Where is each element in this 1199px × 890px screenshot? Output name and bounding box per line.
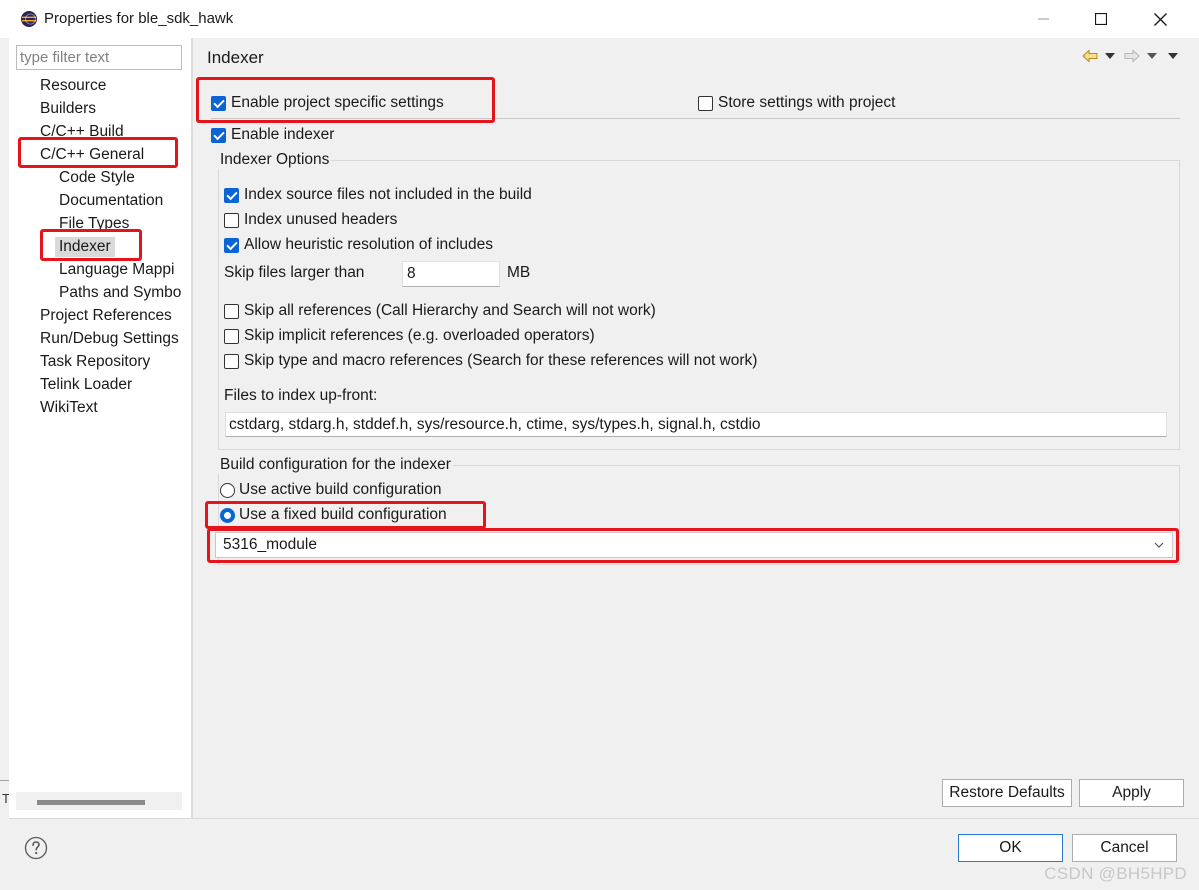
index-unused-headers-checkbox[interactable]	[224, 213, 239, 228]
eclipse-icon	[21, 11, 37, 27]
store-with-project-label[interactable]: Store settings with project	[718, 94, 895, 112]
nav-item-wikitext[interactable]: WikiText	[40, 398, 98, 418]
skip-files-size-input[interactable]: 8	[402, 261, 500, 287]
nav-item-telink-loader[interactable]: Telink Loader	[40, 375, 132, 395]
back-menu-icon[interactable]	[1105, 53, 1115, 60]
build-config-select[interactable]: 5316_module	[215, 532, 1173, 558]
maximize-icon	[1095, 13, 1107, 25]
maximize-button[interactable]	[1074, 0, 1128, 38]
skip-implicit-references-label[interactable]: Skip implicit references (e.g. overloade…	[244, 327, 595, 345]
watermark: CSDN @BH5HPD	[1044, 864, 1187, 883]
separator	[211, 118, 1180, 119]
skip-files-label: Skip files larger than	[224, 264, 365, 281]
minimize-icon	[1038, 18, 1049, 20]
nav-item-indexer[interactable]: Indexer	[55, 237, 115, 257]
window-title: Properties for ble_sdk_hawk	[44, 10, 234, 27]
apply-button[interactable]: Apply	[1079, 779, 1184, 807]
enable-project-specific-checkbox[interactable]	[211, 96, 226, 111]
use-fixed-config-radio[interactable]	[220, 508, 235, 523]
nav-item-code-style[interactable]: Code Style	[59, 168, 135, 188]
skip-type-macro-references-checkbox[interactable]	[224, 354, 239, 369]
build-config-title: Build configuration for the indexer	[218, 456, 453, 474]
index-source-not-in-build-label[interactable]: Index source files not included in the b…	[244, 186, 532, 204]
nav-item-cpp-general[interactable]: C/C++ General	[40, 145, 144, 165]
skip-files-unit: MB	[507, 264, 531, 281]
background-window-edge	[0, 38, 9, 890]
cancel-button[interactable]: Cancel	[1072, 834, 1177, 862]
allow-heuristic-checkbox[interactable]	[224, 238, 239, 253]
navigation-tree: Resource Builders C/C++ Build C/C++ Gene…	[9, 70, 183, 430]
footer-separator	[9, 818, 1199, 819]
nav-scrollbar-thumb[interactable]	[37, 800, 145, 805]
skip-all-references-label[interactable]: Skip all references (Call Hierarchy and …	[244, 302, 656, 320]
close-button[interactable]	[1133, 0, 1187, 38]
forward-menu-icon[interactable]	[1147, 53, 1157, 60]
nav-item-language-mappings[interactable]: Language Mappi	[59, 260, 175, 280]
page-title: Indexer	[207, 48, 264, 67]
minimize-button[interactable]	[1017, 0, 1071, 38]
index-source-not-in-build-checkbox[interactable]	[224, 188, 239, 203]
chevron-down-icon	[1154, 542, 1164, 548]
enable-indexer-checkbox[interactable]	[211, 128, 226, 143]
nav-item-resource[interactable]: Resource	[40, 76, 106, 96]
nav-item-task-repository[interactable]: Task Repository	[40, 352, 150, 372]
allow-heuristic-label[interactable]: Allow heuristic resolution of includes	[244, 236, 493, 254]
store-with-project-checkbox[interactable]	[698, 96, 713, 111]
skip-type-macro-references-label[interactable]: Skip type and macro references (Search f…	[244, 352, 757, 370]
indexer-options-title: Indexer Options	[218, 151, 332, 169]
restore-defaults-button[interactable]: Restore Defaults	[942, 779, 1072, 807]
nav-item-cpp-build[interactable]: C/C++ Build	[40, 122, 124, 142]
background-divider	[0, 780, 9, 781]
back-arrow-icon[interactable]	[1082, 49, 1098, 63]
upfront-files-label: Files to index up-front:	[224, 387, 378, 404]
nav-item-builders[interactable]: Builders	[40, 99, 96, 119]
use-active-config-label[interactable]: Use active build configuration	[239, 481, 441, 499]
skip-implicit-references-checkbox[interactable]	[224, 329, 239, 344]
use-active-config-radio[interactable]	[220, 483, 235, 498]
nav-item-project-references[interactable]: Project References	[40, 306, 172, 326]
nav-item-documentation[interactable]: Documentation	[59, 191, 163, 211]
view-menu-icon[interactable]	[1168, 53, 1178, 60]
use-fixed-config-label[interactable]: Use a fixed build configuration	[239, 506, 447, 524]
nav-item-paths-and-symbols[interactable]: Paths and Symbo	[59, 283, 181, 303]
nav-item-file-types[interactable]: File Types	[59, 214, 129, 234]
help-icon[interactable]	[24, 836, 48, 860]
enable-project-specific-label[interactable]: Enable project specific settings	[231, 94, 444, 112]
enable-indexer-label[interactable]: Enable indexer	[231, 126, 334, 144]
nav-item-run-debug-settings[interactable]: Run/Debug Settings	[40, 329, 179, 349]
ok-button[interactable]: OK	[958, 834, 1063, 862]
close-icon	[1153, 12, 1167, 26]
filter-input[interactable]	[16, 45, 182, 70]
build-config-selected-value: 5316_module	[223, 536, 317, 553]
forward-arrow-icon[interactable]	[1124, 49, 1140, 63]
upfront-files-input[interactable]: cstdarg, stdarg.h, stddef.h, sys/resourc…	[225, 412, 1167, 437]
skip-all-references-checkbox[interactable]	[224, 304, 239, 319]
index-unused-headers-label[interactable]: Index unused headers	[244, 211, 397, 229]
